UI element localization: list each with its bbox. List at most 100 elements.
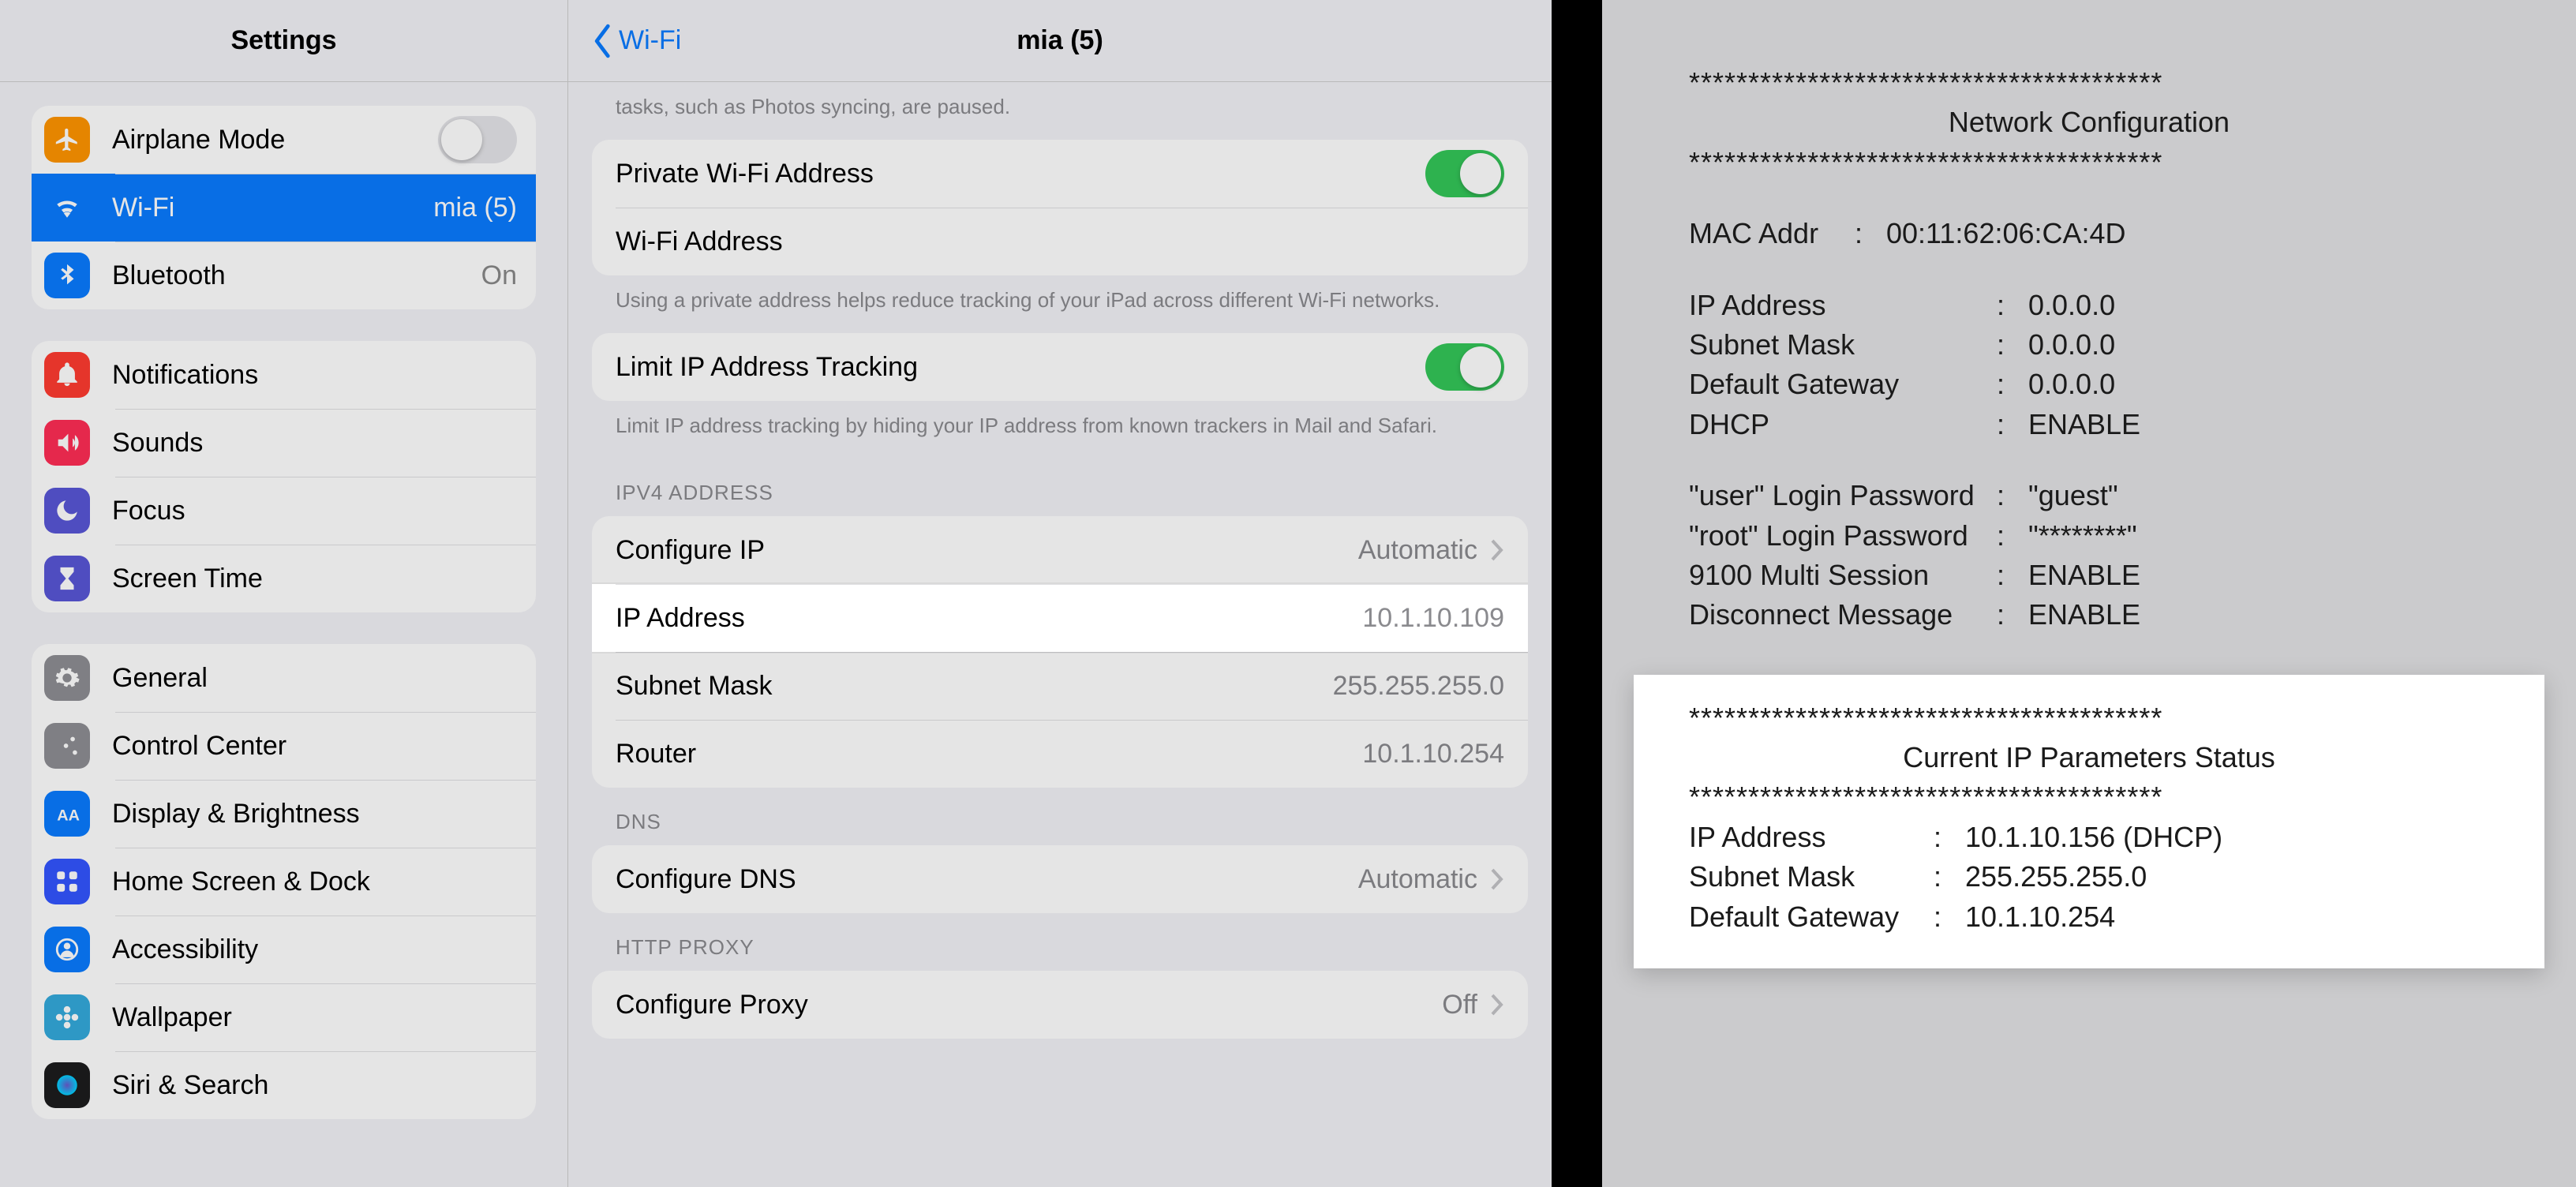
cell-value: Automatic [1358,535,1477,566]
subnet-mask-row: Subnet Mask 255.255.255.0 [592,652,1528,720]
back-button[interactable]: Wi-Fi [592,24,681,58]
private-wifi-address-row[interactable]: Private Wi-Fi Address [592,140,1528,208]
ios-settings-screenshot: Settings Airplane ModeWi-Fimia (5)Blueto… [0,0,1552,1187]
sidebar-item-label: Control Center [112,731,517,762]
router-row: Router 10.1.10.254 [592,720,1528,788]
person-icon [44,927,90,972]
sidebar-item-notif[interactable]: Notifications [32,341,536,409]
flower-icon [44,994,90,1040]
low-data-help: tasks, such as Photos syncing, are pause… [592,82,1528,140]
sidebar-item-label: Home Screen & Dock [112,867,517,897]
private-address-toggle[interactable] [1425,150,1504,197]
sidebar-item-label: Display & Brightness [112,799,517,829]
wifi-detail-pane: Wi-Fi mia (5) tasks, such as Photos sync… [568,0,1552,1187]
sidebar-item-value: On [481,260,517,291]
cell-value: Automatic [1358,864,1477,895]
cell-label: Private Wi-Fi Address [616,159,1425,189]
sidebar-item-cc[interactable]: Control Center [32,712,536,780]
svg-text:AA: AA [57,807,80,825]
sidebar-item-access[interactable]: Accessibility [32,916,536,983]
cell-label: Limit IP Address Tracking [616,352,1425,383]
slip-line: IP Address:10.1.10.156 (DHCP) [1689,818,2489,857]
limit-ip-tracking-row[interactable]: Limit IP Address Tracking [592,333,1528,401]
cell-value: 10.1.10.254 [1362,739,1504,769]
sidebar-item-label: Sounds [112,428,517,459]
dns-header: DNS [592,788,1528,845]
bluetooth-icon [44,253,90,298]
sidebar-item-sounds[interactable]: Sounds [32,409,536,477]
sidebar-item-label: Siri & Search [112,1070,517,1101]
settings-sidebar: Settings Airplane ModeWi-Fimia (5)Blueto… [0,0,568,1187]
sidebar-item-label: General [112,663,517,694]
chevron-right-icon [1490,538,1504,562]
airplane-icon [44,117,90,163]
cell-label: Wi-Fi Address [616,227,1504,257]
wifi-address-row[interactable]: Wi-Fi Address [592,208,1528,275]
configure-dns-row[interactable]: Configure DNS Automatic [592,845,1528,913]
slip-line: Subnet Mask:0.0.0.0 [1689,325,2489,365]
sidebar-item-airplane[interactable]: Airplane Mode [32,106,536,174]
divider-stars: **************************************** [1689,698,2489,738]
sidebar-item-wifi[interactable]: Wi-Fimia (5) [32,174,536,242]
sidebar-item-label: Notifications [112,360,517,391]
limit-tracking-toggle[interactable] [1425,343,1504,391]
slip-line: Disconnect Message:ENABLE [1689,595,2489,635]
ip-address-row: IP Address 10.1.10.109 [592,584,1528,652]
sidebar-item-bluetooth[interactable]: BluetoothOn [32,242,536,309]
cell-label: Subnet Mask [616,671,1333,702]
sidebar-item-focus[interactable]: Focus [32,477,536,545]
slip-line: Default Gateway:0.0.0.0 [1689,365,2489,404]
sidebar-item-label: Airplane Mode [112,125,438,155]
divider-stars: **************************************** [1689,777,2489,817]
sidebar-item-siri[interactable]: Siri & Search [32,1051,536,1119]
slip-title-2: Current IP Parameters Status [1689,738,2489,777]
cell-value: 10.1.10.109 [1362,603,1504,634]
moon-icon [44,488,90,534]
ipv4-group: Configure IP Automatic IP Address 10.1.1… [592,516,1528,788]
limit-tracking-help: Limit IP address tracking by hiding your… [592,401,1528,459]
sidebar-item-label: Screen Time [112,564,517,594]
slip-title-1: Network Configuration [1689,103,2489,142]
sidebar-item-label: Focus [112,496,517,526]
bell-icon [44,352,90,398]
slip-line: DHCP:ENABLE [1689,405,2489,444]
grid-icon [44,859,90,904]
cell-value: 255.255.255.0 [1333,671,1504,702]
back-label: Wi-Fi [619,25,681,56]
sidebar-item-label: Bluetooth [112,260,481,291]
sidebar-item-label: Wallpaper [112,1002,517,1033]
wifi-icon [44,185,90,230]
sidebar-item-label: Accessibility [112,934,517,965]
detail-title: mia (5) [568,25,1552,56]
sidebar-item-home[interactable]: Home Screen & Dock [32,848,536,916]
gear-icon [44,655,90,701]
slip-line: Subnet Mask:255.255.255.0 [1689,857,2489,897]
airplane-toggle[interactable] [438,116,517,163]
slip-line: Default Gateway:10.1.10.254 [1689,897,2489,937]
sidebar-item-label: Wi-Fi [112,193,433,223]
chevron-right-icon [1490,867,1504,891]
slip-line: "root" Login Password:"********" [1689,516,2489,556]
sidebar-item-screen[interactable]: Screen Time [32,545,536,612]
cell-label: Configure DNS [616,864,1358,895]
slip-line: 9100 Multi Session:ENABLE [1689,556,2489,595]
chevron-left-icon [592,24,614,58]
cell-label: Configure IP [616,535,1358,566]
configure-ip-row[interactable]: Configure IP Automatic [592,516,1528,584]
slip-line: IP Address:0.0.0.0 [1689,286,2489,325]
mac-address-line: MAC Addr : 00:11:62:06:CA:4D [1689,214,2489,253]
printer-config-slip: ****************************************… [1552,0,2576,1187]
slip-line: "user" Login Password:"guest" [1689,476,2489,515]
sidebar-item-wall[interactable]: Wallpaper [32,983,536,1051]
aa-icon: AA [44,791,90,837]
sidebar-item-general[interactable]: General [32,644,536,712]
sidebar-item-display[interactable]: AA Display & Brightness [32,780,536,848]
settings-title: Settings [0,0,567,82]
siri-icon [44,1062,90,1108]
cell-label: Router [616,739,1362,769]
cell-label: IP Address [616,603,1362,634]
ipv4-header: IPV4 ADDRESS [592,459,1528,516]
hourglass-icon [44,556,90,601]
private-address-help: Using a private address helps reduce tra… [592,275,1528,333]
configure-proxy-row[interactable]: Configure Proxy Off [592,971,1528,1039]
